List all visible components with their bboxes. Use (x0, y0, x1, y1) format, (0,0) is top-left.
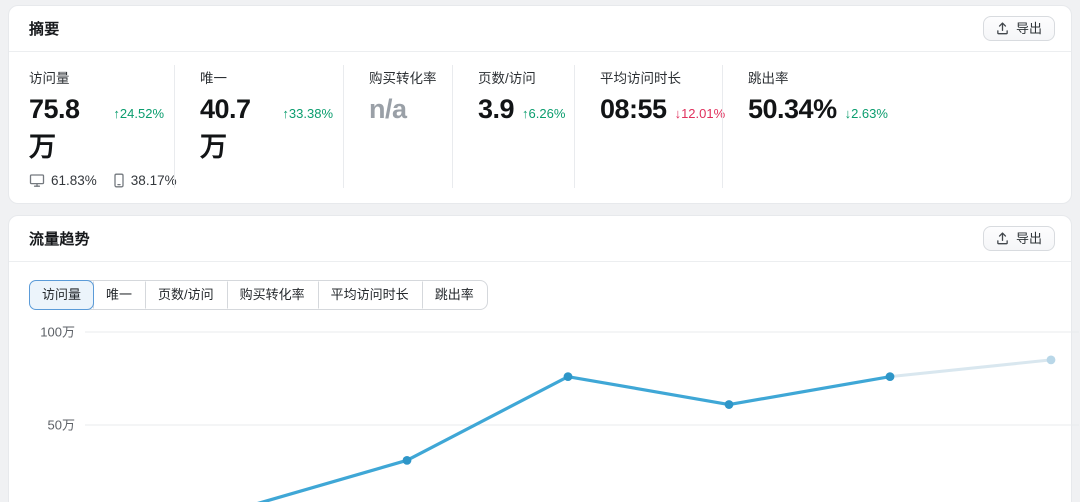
summary-metrics-row: 访问量 75.8万 ↑24.52% 61.83% 38.17% 唯一 40.7万 ↑33.38… (9, 52, 1071, 203)
trend-line (256, 375, 892, 502)
device-share-value: 38.17% (130, 173, 177, 188)
metric-bounce-rate: 跳出率 50.34% ↓2.63% (722, 65, 1071, 188)
metric-label: 唯一 (200, 71, 227, 86)
tab-bounce-rate[interactable]: 跳出率 (421, 281, 487, 309)
metric-purchase-conversion: 购买转化率 n/a (343, 65, 452, 188)
device-share-item: 38.17% (113, 173, 177, 188)
metric-avg-visit-duration: 平均访问时长 08:55 ↓12.01% (574, 65, 725, 188)
summary-title: 摘要 (29, 21, 60, 38)
export-label: 导出 (1015, 231, 1042, 246)
tab-unique[interactable]: 唯一 (93, 281, 145, 309)
tab-pages-per-visit[interactable]: 页数/访问 (145, 281, 227, 309)
tab-purchase-conversion[interactable]: 购买转化率 (226, 281, 318, 309)
analytics-page: 摘要 导出 访问量 75.8万 ↑24.52% 61.83% 38.17% 唯一 40.7万… (0, 0, 1080, 502)
metric-label: 跳出率 (748, 71, 789, 86)
mobile-icon (113, 173, 125, 188)
metric-label: 平均访问时长 (600, 71, 681, 86)
metric-unique: 唯一 40.7万 ↑33.38% (174, 65, 343, 188)
trend-card-header: 流量趋势 导出 (9, 216, 1071, 262)
upload-icon (996, 22, 1009, 35)
data-point[interactable] (402, 455, 412, 465)
metric-value: 40.7万 (200, 94, 251, 162)
metric-value: 3.9 (478, 94, 515, 124)
trend-export-button[interactable]: 导出 (982, 226, 1055, 251)
summary-export-button[interactable]: 导出 (982, 16, 1055, 41)
traffic-trend-card: 流量趋势 导出 访问量唯一页数/访问购买转化率平均访问时长跳出率 050万100… (8, 215, 1079, 502)
tab-visits[interactable]: 访问量 (29, 280, 95, 310)
metric-label: 页数/访问 (478, 71, 536, 86)
metric-delta: ↑24.52% (113, 106, 164, 121)
summary-card-header: 摘要 导出 (9, 6, 1071, 52)
upload-icon (996, 232, 1009, 245)
device-share-item: 61.83% (29, 173, 97, 188)
metric-label: 访问量 (29, 71, 70, 86)
metric-pages-per-visit: 页数/访问 3.9 ↑6.26% (452, 65, 574, 188)
desktop-icon (29, 173, 45, 188)
metric-delta: ↑6.26% (522, 106, 566, 121)
data-point[interactable] (885, 372, 895, 382)
device-split: 61.83% 38.17% (29, 173, 177, 188)
traffic-trend-chart: 050万100万2025年9月2025年10月2025年11月2025年12月2… (29, 318, 1079, 502)
y-tick-label: 50万 (48, 418, 75, 433)
metric-value: 75.8万 (29, 94, 80, 162)
device-share-value: 61.83% (51, 173, 97, 188)
export-label: 导出 (1015, 21, 1042, 36)
trend-card-body: 访问量唯一页数/访问购买转化率平均访问时长跳出率 050万100万2025年9月… (9, 262, 1079, 502)
data-point[interactable] (724, 400, 734, 409)
trend-title: 流量趋势 (29, 231, 90, 248)
data-point[interactable] (563, 372, 573, 382)
metric-delta: ↓2.63% (844, 106, 888, 121)
summary-card: 摘要 导出 访问量 75.8万 ↑24.52% 61.83% 38.17% 唯一 40.7万… (8, 5, 1072, 204)
metric-visits: 访问量 75.8万 ↑24.52% 61.83% 38.17% (9, 65, 177, 188)
metric-tabs: 访问量 唯一 页数/访问 购买转化率 平均访问时长 跳出率 (29, 280, 488, 310)
tab-avg-visit-duration[interactable]: 平均访问时长 (317, 281, 422, 309)
metric-delta: ↑33.38% (282, 106, 333, 121)
metric-value: n/a (369, 94, 407, 124)
metric-value: 08:55 (600, 94, 667, 124)
y-tick-label: 100万 (40, 325, 75, 340)
metric-value: 50.34% (748, 94, 837, 124)
metric-label: 购买转化率 (369, 71, 437, 86)
line-chart-svg: 050万100万2025年9月2025年10月2025年11月2025年12月2… (40, 325, 1079, 502)
trend-line-projected (888, 358, 1053, 379)
data-point[interactable] (1046, 355, 1056, 365)
metric-delta: ↓12.01% (674, 106, 726, 121)
